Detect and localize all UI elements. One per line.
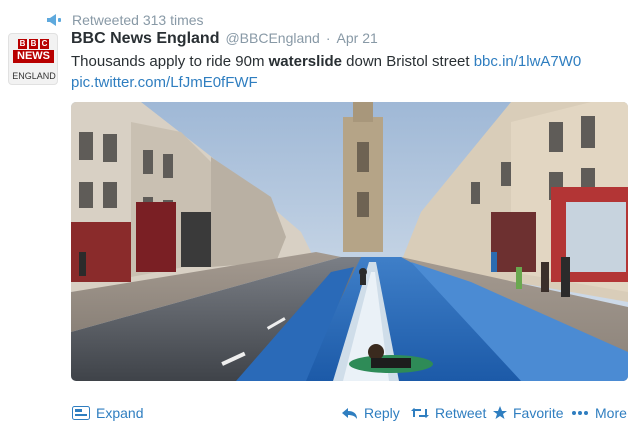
tweet-actions: Expand Reply Retweet Favorite More [0,405,643,429]
tweet-photo[interactable] [71,102,628,381]
retweet-label: Retweet [435,405,487,421]
reply-label: Reply [364,405,400,421]
pic-link[interactable]: pic.twitter.com/LfJmE0fFWF [71,74,258,91]
bbc-letter-c: C [40,39,49,49]
bbc-logo: B B C [18,39,49,49]
bbc-letter-b1: B [18,39,27,49]
bbc-link[interactable]: bbc.in/1lwA7W0 [474,53,582,70]
star-icon [493,406,507,419]
ellipsis-icon [572,411,588,415]
more-label: More [595,405,627,421]
retweet-context: Retweeted 313 times [46,11,204,29]
tweet-text-after: down Bristol street [342,53,474,70]
tweet-timestamp[interactable]: Apr 21 [337,30,378,46]
favorite-button[interactable]: Favorite [493,405,564,421]
reply-icon [342,407,357,419]
avatar[interactable]: B B C NEWS ENGLAND [8,33,58,85]
favorite-label: Favorite [513,405,564,421]
expand-icon [72,406,90,420]
retweet-button[interactable]: Retweet [411,405,486,421]
retweet-count-text: Retweeted 313 times [72,12,204,28]
expand-button[interactable]: Expand [72,405,143,421]
tweet-text-before: Thousands apply to ride 90m [71,53,269,70]
tweet-text-bold: waterslide [268,53,342,70]
tweet-text: Thousands apply to ride 90m waterslide d… [71,51,631,93]
retweet-icon [411,408,429,418]
news-wordmark: NEWS [13,50,54,63]
megaphone-icon [47,14,61,26]
tweet-header: BBC News England @BBCEngland · Apr 21 [71,30,378,50]
region-label: ENGLAND [12,71,56,81]
expand-label: Expand [96,405,144,421]
bbc-letter-b2: B [29,39,38,49]
author-fullname[interactable]: BBC News England [71,30,219,48]
more-button[interactable]: More [571,405,627,421]
author-username[interactable]: @BBCEngland [225,30,319,46]
header-separator: · [325,30,331,46]
waterslide-street-photo [71,102,628,381]
tweet-card[interactable]: Retweeted 313 times B B C NEWS ENGLAND B… [0,0,643,447]
reply-button[interactable]: Reply [342,405,400,421]
